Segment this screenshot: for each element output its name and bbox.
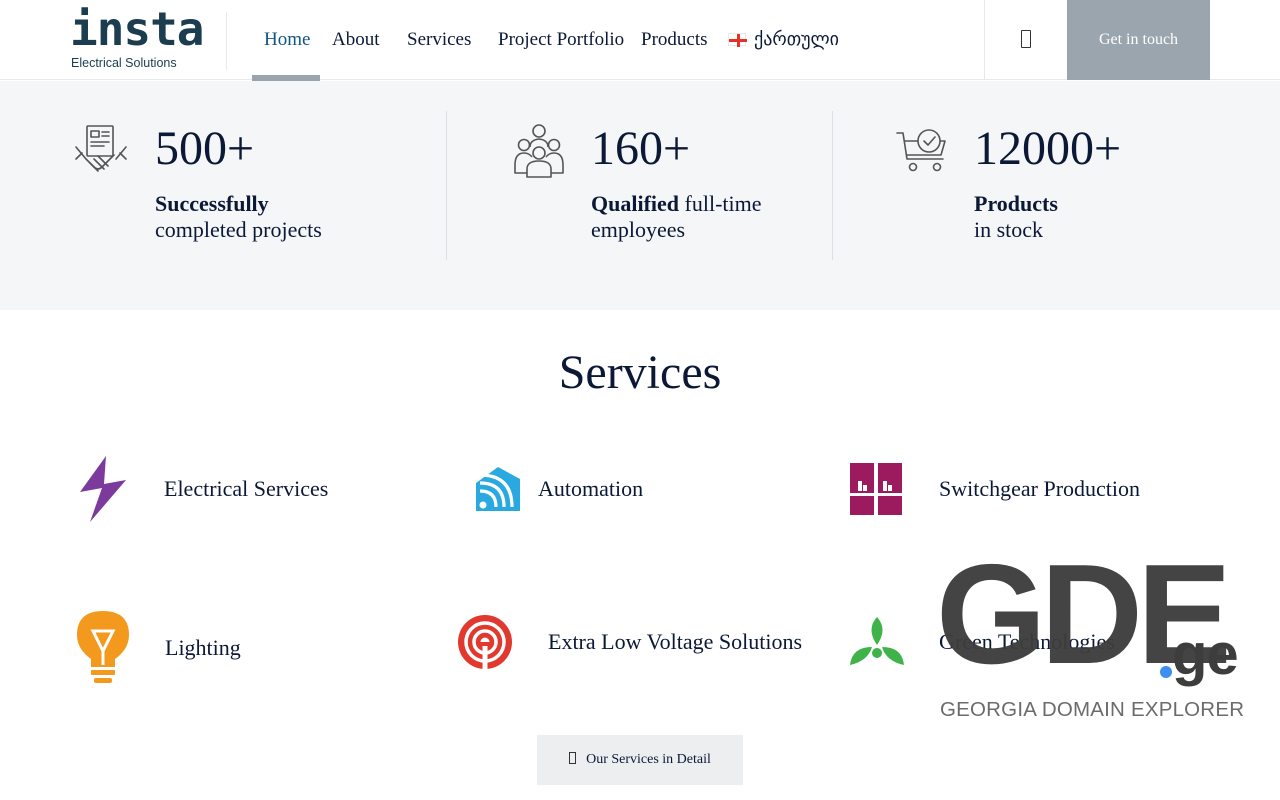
services-heading: Services bbox=[558, 346, 722, 399]
services-detail-button[interactable]: Our Services in Detail bbox=[537, 735, 743, 785]
service-automation[interactable]: Automation bbox=[470, 452, 770, 527]
gde-subtitle: GEORGIA DOMAIN EXPLORER bbox=[940, 698, 1245, 721]
services-detail-label: Our Services in Detail bbox=[586, 752, 711, 767]
broadcast-signal-icon bbox=[458, 615, 512, 669]
stat-number: 500+ bbox=[155, 122, 255, 175]
wifi-house-icon bbox=[476, 467, 520, 511]
stat-label-line1: Successfully bbox=[155, 191, 269, 216]
site-header: insta Electrical Solutions Home About Se… bbox=[0, 0, 1280, 81]
light-bulb-icon bbox=[77, 611, 129, 683]
logo-wordmark: insta bbox=[70, 2, 204, 56]
stats-section: 500+ Successfully completed projects 160… bbox=[0, 81, 1280, 310]
stat-label-line1: Products bbox=[974, 191, 1058, 216]
service-label: Lighting bbox=[165, 635, 241, 660]
georgia-flag-icon[interactable] bbox=[728, 33, 747, 47]
search-button[interactable] bbox=[985, 0, 1067, 80]
nav-about[interactable]: About bbox=[332, 29, 380, 51]
document-icon bbox=[569, 752, 577, 764]
stat-number: 12000+ bbox=[974, 122, 1122, 175]
stat-employees: 160+ Qualified full-time employees bbox=[447, 81, 832, 310]
language-switch-georgian[interactable]: ქართული bbox=[754, 29, 839, 50]
team-people-icon bbox=[514, 124, 564, 178]
recycle-leaf-icon bbox=[850, 617, 904, 665]
nav-project-portfolio[interactable]: Project Portfolio bbox=[498, 29, 624, 51]
stat-label-line1: Qualified full-time bbox=[591, 191, 762, 216]
lightning-bolt-icon bbox=[80, 456, 126, 522]
insta-logo[interactable]: insta Electrical Solutions bbox=[70, 6, 204, 70]
service-lighting[interactable]: Lighting bbox=[70, 605, 370, 690]
logo-subtitle: Electrical Solutions bbox=[71, 56, 177, 70]
gde-watermark-logo: GDE ge GEORGIA DOMAIN EXPLORER bbox=[936, 544, 1244, 722]
gde-tld: ge bbox=[1172, 622, 1239, 687]
service-label: Automation bbox=[538, 476, 644, 501]
nav-home[interactable]: Home bbox=[264, 29, 310, 51]
service-electrical[interactable]: Electrical Services bbox=[70, 452, 370, 527]
get-in-touch-button[interactable]: Get in touch bbox=[1067, 0, 1210, 80]
handshake-document-icon bbox=[75, 125, 127, 172]
stat-products: 12000+ Products in stock bbox=[833, 81, 1280, 310]
logo-divider bbox=[226, 12, 227, 70]
service-label: Extra Low Voltage Solutions bbox=[548, 629, 803, 654]
service-extra-low-voltage[interactable]: Extra Low Voltage Solutions bbox=[455, 605, 815, 680]
stat-label-line2: completed projects bbox=[155, 217, 322, 242]
gde-dot bbox=[1160, 666, 1172, 678]
cart-check-icon bbox=[896, 129, 946, 172]
stat-label-line2: employees bbox=[591, 217, 686, 242]
stat-projects: 500+ Successfully completed projects bbox=[0, 81, 446, 310]
stat-number: 160+ bbox=[591, 122, 691, 175]
switchgear-panel-icon bbox=[850, 463, 902, 515]
service-label: Electrical Services bbox=[164, 476, 329, 501]
search-icon bbox=[1021, 30, 1031, 48]
service-label: Switchgear Production bbox=[939, 476, 1141, 501]
stat-label-line2: in stock bbox=[974, 217, 1044, 242]
nav-products[interactable]: Products bbox=[641, 29, 708, 51]
service-switchgear[interactable]: Switchgear Production bbox=[845, 452, 1175, 527]
nav-services[interactable]: Services bbox=[407, 29, 471, 51]
